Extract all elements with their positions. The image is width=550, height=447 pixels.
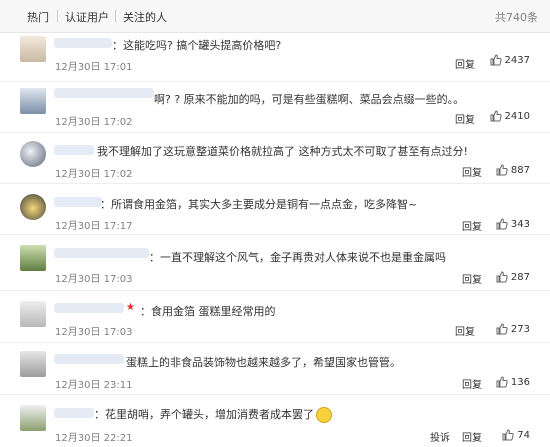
comment-total-count: 共740条 [495,11,538,24]
reply-button[interactable]: 回复 [462,164,482,179]
tab-following[interactable]: 关注的人 [123,9,167,25]
tab-divider [115,10,116,22]
thumbs-up-icon [490,54,502,66]
username-blurred[interactable] [54,303,124,313]
reply-button[interactable]: 回复 [462,218,482,233]
comment-text-content: ：花里胡哨，弄个罐头，增加消费者成本罢了 [94,408,314,421]
comment-text: ：这能吃吗? 搞个罐头提高价格吧? [112,39,282,52]
comment-item: ：这能吃吗? 搞个罐头提高价格吧? 12月30日 17:01 回复 2437 [0,32,550,82]
comment-text: ：一直不理解这个风气，金子再贵对人体来说不也是重金属吗 [149,251,446,264]
like-count: 2410 [504,110,530,122]
like-button[interactable]: 74 [502,429,530,441]
username-blurred[interactable] [54,248,149,258]
tab-verified-users[interactable]: 认证用户 [65,9,109,25]
comment-text: 啊? ? 原来不能加的吗，可是有些蛋糕啊、菜品会点缀一些的。。 [154,93,465,106]
comment-time: 12月30日 17:03 [55,274,133,285]
tab-hot[interactable]: 热门 [27,9,49,25]
thumbs-up-icon [496,376,508,388]
like-button[interactable]: 2410 [490,110,530,122]
avatar[interactable] [20,405,46,431]
comment-item: ：所谓食用金箔，其实大多主要成分是铜有一点点金，吃多降智~ 12月30日 17:… [0,184,550,235]
avatar[interactable] [20,36,46,62]
username-blurred[interactable] [54,88,154,98]
comment-item: ★ ：食用金箔 蛋糕里经常用的 12月30日 17:03 回复 273 [0,291,550,343]
comment-item: 蛋糕上的非食品装饰物也越来越多了，希望国家也管管。 12月30日 23:11 回… [0,343,550,395]
avatar[interactable] [20,141,46,167]
like-count: 74 [517,429,530,441]
emoji-icon [316,407,332,423]
like-button[interactable]: 273 [496,323,530,335]
like-button[interactable]: 887 [496,164,530,176]
reply-button[interactable]: 回复 [462,429,482,444]
thumbs-up-icon [496,164,508,176]
comment-time: 12月30日 17:02 [55,117,133,128]
comment-item: ：花里胡哨，弄个罐头，增加消费者成本罢了 12月30日 22:21 投诉 回复 … [0,395,550,447]
avatar[interactable] [20,301,46,327]
comment-text: ：所谓食用金箔，其实大多主要成分是铜有一点点金，吃多降智~ [100,198,418,211]
comment-text: ：食用金箔 蛋糕里经常用的 [140,305,276,318]
comment-time: 12月30日 17:02 [55,169,133,180]
reply-button[interactable]: 回复 [455,323,475,338]
comment-item: 我不理解加了这玩意整道菜价格就拉高了 这种方式太不可取了甚至有点过分! 12月3… [0,133,550,184]
username-blurred[interactable] [54,197,102,207]
comment-time: 12月30日 17:01 [55,62,133,73]
comment-text: 我不理解加了这玩意整道菜价格就拉高了 这种方式太不可取了甚至有点过分! [97,145,468,158]
avatar[interactable] [20,351,46,377]
like-count: 273 [510,323,530,335]
avatar[interactable] [20,245,46,271]
thumbs-up-icon [502,429,514,441]
star-badge-icon: ★ [126,302,135,313]
tab-divider [57,10,58,22]
comment-time: 12月30日 23:11 [55,380,133,391]
reply-button[interactable]: 回复 [455,111,475,126]
comment-time: 12月30日 17:03 [55,327,133,338]
username-blurred[interactable] [54,145,94,155]
like-count: 136 [510,376,530,388]
thumbs-up-icon [490,110,502,122]
avatar[interactable] [20,88,46,114]
reply-button[interactable]: 回复 [455,56,475,71]
thumbs-up-icon [496,271,508,283]
avatar[interactable] [20,194,46,220]
like-button[interactable]: 287 [496,271,530,283]
comment-item: 啊? ? 原来不能加的吗，可是有些蛋糕啊、菜品会点缀一些的。。 12月30日 1… [0,82,550,133]
username-blurred[interactable] [54,38,112,48]
comment-time: 12月30日 22:21 [55,433,133,444]
like-button[interactable]: 2437 [490,54,530,66]
like-count: 343 [510,218,530,230]
thumbs-up-icon [496,323,508,335]
report-button[interactable]: 投诉 [430,429,450,444]
reply-button[interactable]: 回复 [462,271,482,286]
like-count: 2437 [504,54,530,66]
like-button[interactable]: 343 [496,218,530,230]
comment-time: 12月30日 17:17 [55,221,133,232]
reply-button[interactable]: 回复 [462,376,482,391]
username-blurred[interactable] [54,408,94,418]
like-count: 887 [510,164,530,176]
comment-filter-tabs: 热门 认证用户 关注的人 共740条 [0,0,550,33]
comment-item: ：一直不理解这个风气，金子再贵对人体来说不也是重金属吗 12月30日 17:03… [0,235,550,291]
like-button[interactable]: 136 [496,376,530,388]
comment-text: ：花里胡哨，弄个罐头，增加消费者成本罢了 [94,406,332,423]
like-count: 287 [510,271,530,283]
comment-text: 蛋糕上的非食品装饰物也越来越多了，希望国家也管管。 [126,356,401,369]
username-blurred[interactable] [54,354,124,364]
thumbs-up-icon [496,218,508,230]
